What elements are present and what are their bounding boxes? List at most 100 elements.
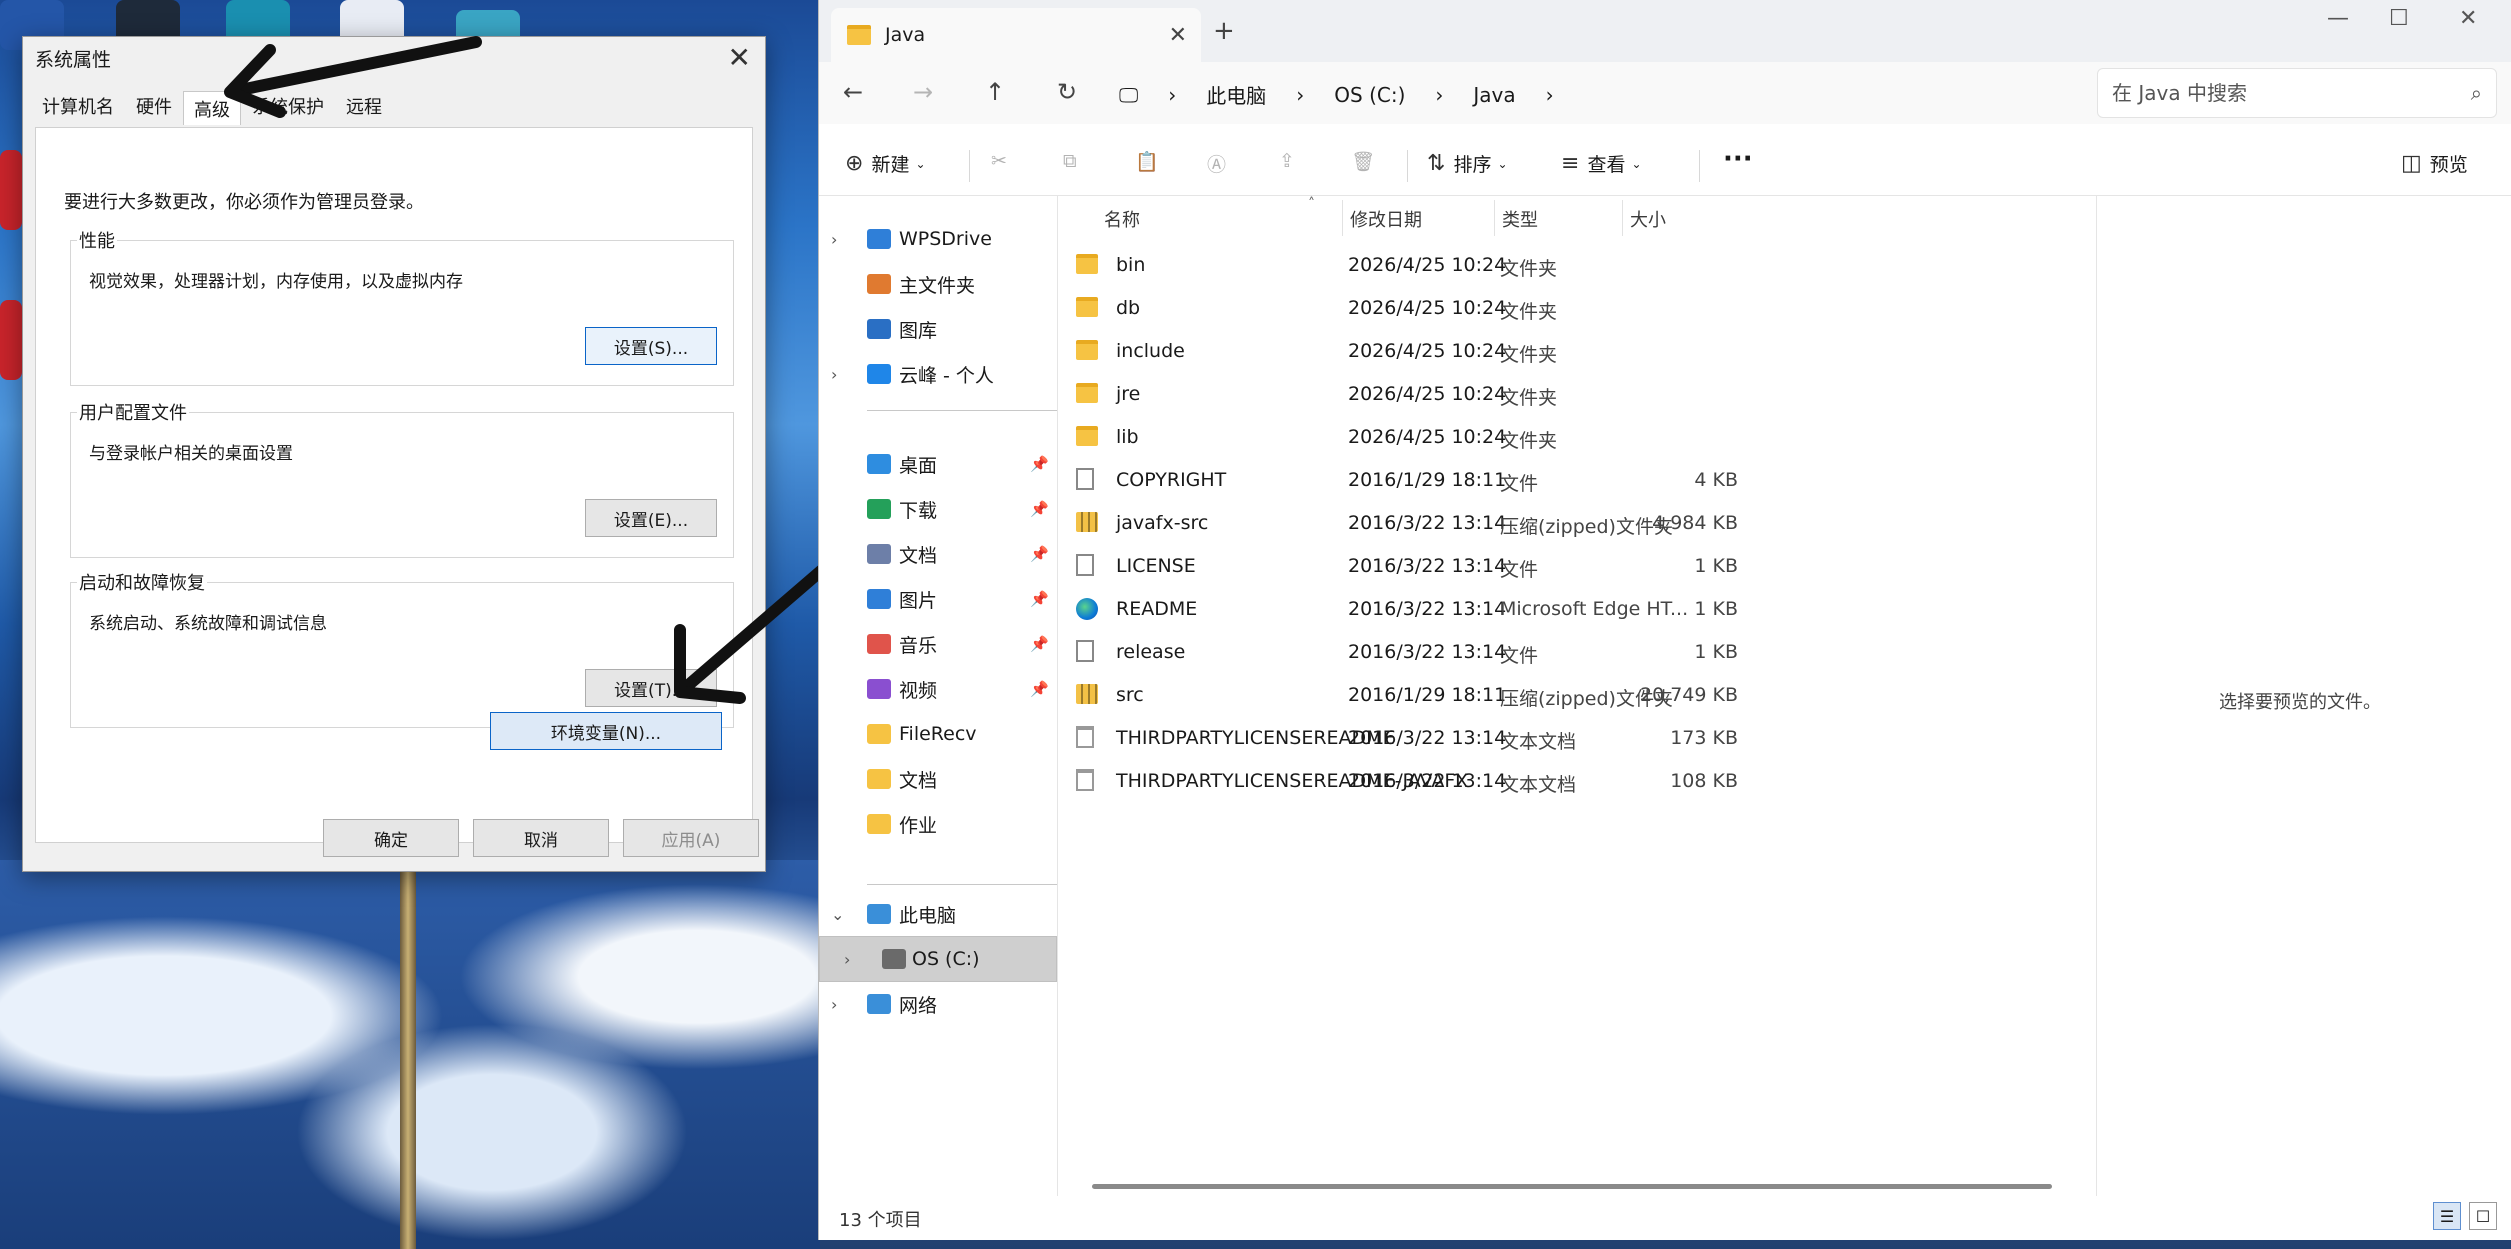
- startup-settings-button[interactable]: 设置(T)...: [585, 669, 717, 707]
- close-window-icon[interactable]: ✕: [2459, 6, 2477, 31]
- apply-button[interactable]: 应用(A): [623, 819, 759, 857]
- sidebar-item[interactable]: › OS (C:): [819, 936, 1057, 982]
- paste-icon[interactable]: 📋: [1135, 150, 1159, 173]
- tab-advanced[interactable]: 高级: [183, 91, 241, 125]
- search-box[interactable]: ⌕: [2097, 68, 2497, 118]
- sidebar-item[interactable]: › WPSDrive: [819, 216, 1057, 262]
- column-header-date[interactable]: 修改日期: [1350, 206, 1422, 232]
- environment-variables-button[interactable]: 环境变量(N)...: [490, 712, 722, 750]
- chevron-right-icon[interactable]: ›: [831, 230, 837, 249]
- breadcrumb-this-pc[interactable]: 此电脑: [1206, 80, 1266, 109]
- close-icon[interactable]: ✕: [728, 41, 751, 74]
- sidebar-item[interactable]: 图库: [819, 306, 1057, 352]
- delete-icon[interactable]: 🗑: [1351, 150, 1375, 173]
- new-tab-icon[interactable]: +: [1213, 16, 1235, 46]
- sidebar-item[interactable]: 桌面 📌: [819, 441, 1057, 487]
- column-header-size[interactable]: 大小: [1630, 206, 1666, 232]
- column-divider[interactable]: [1342, 200, 1343, 236]
- search-input[interactable]: [2112, 81, 2432, 105]
- more-options-button[interactable]: ···: [1699, 144, 1753, 174]
- file-row[interactable]: README 2016/3/22 13:14 Microsoft Edge HT..…: [1058, 588, 2098, 631]
- performance-settings-button[interactable]: 设置(S)...: [585, 327, 717, 365]
- sidebar-item[interactable]: 视频 📌: [819, 666, 1057, 712]
- pin-icon[interactable]: 📌: [1030, 680, 1049, 698]
- chevron-right-icon[interactable]: ›: [844, 950, 850, 969]
- file-date: 2016/3/22 13:14: [1348, 512, 1507, 534]
- chevron-right-icon[interactable]: ›: [831, 995, 837, 1014]
- sidebar-item[interactable]: 文档: [819, 756, 1057, 802]
- rename-icon[interactable]: Ⓐ: [1207, 150, 1226, 177]
- sort-label: 排序: [1453, 154, 1492, 176]
- sidebar-item[interactable]: 音乐 📌: [819, 621, 1057, 667]
- file-row[interactable]: THIRDPARTYLICENSEREADME 2016/3/22 13:14 文本…: [1058, 717, 2098, 760]
- close-tab-icon[interactable]: ✕: [1169, 23, 1187, 48]
- breadcrumb-drive[interactable]: OS (C:): [1334, 83, 1405, 107]
- file-row[interactable]: release 2016/3/22 13:14 文件 1 KB: [1058, 631, 2098, 674]
- sidebar-item[interactable]: 图片 📌: [819, 576, 1057, 622]
- horizontal-scrollbar[interactable]: [1092, 1184, 2052, 1189]
- sidebar-item[interactable]: FileRecv: [819, 711, 1057, 757]
- copy-icon[interactable]: ⧉: [1063, 150, 1077, 172]
- chevron-down-icon[interactable]: ⌄: [831, 905, 844, 924]
- tab-computer-name[interactable]: 计算机名: [31, 88, 125, 125]
- up-icon[interactable]: ↑: [985, 78, 1005, 106]
- file-row[interactable]: bin 2026/4/25 10:24 文件夹: [1058, 244, 2098, 287]
- file-list: 名称 ˄ 修改日期 类型 大小 bin 2026/4/25 10:24 文件夹 db 2…: [1057, 196, 2097, 1196]
- file-row[interactable]: COPYRIGHT 2016/1/29 18:11 文件 4 KB: [1058, 459, 2098, 502]
- profiles-desc: 与登录帐户相关的桌面设置: [89, 444, 293, 464]
- sidebar-item[interactable]: 文档 📌: [819, 531, 1057, 577]
- file-size: 1 KB: [1694, 641, 1738, 663]
- refresh-icon[interactable]: ↻: [1057, 78, 1077, 106]
- file-row[interactable]: db 2026/4/25 10:24 文件夹: [1058, 287, 2098, 330]
- column-divider[interactable]: [1622, 200, 1623, 236]
- file-row[interactable]: include 2026/4/25 10:24 文件夹: [1058, 330, 2098, 373]
- cancel-button[interactable]: 取消: [473, 819, 609, 857]
- cut-icon[interactable]: ✂: [991, 150, 1007, 172]
- details-view-icon[interactable]: ☰: [2433, 1202, 2461, 1230]
- wps-desktop-icon[interactable]: [0, 150, 22, 230]
- column-divider[interactable]: [1494, 200, 1495, 236]
- breadcrumb[interactable]: 🖵 › 此电脑 › OS (C:) › Java ›: [1119, 80, 1584, 109]
- maximize-icon[interactable]: ☐: [2389, 6, 2409, 31]
- pin-icon[interactable]: 📌: [1030, 635, 1049, 653]
- file-size: 20,749 KB: [1639, 684, 1738, 706]
- file-row[interactable]: lib 2026/4/25 10:24 文件夹: [1058, 416, 2098, 459]
- minimize-icon[interactable]: —: [2327, 6, 2349, 31]
- tab-system-protection[interactable]: 系统保护: [241, 88, 335, 125]
- sidebar-item[interactable]: › 网络: [819, 981, 1057, 1027]
- share-icon[interactable]: ⇪: [1279, 150, 1295, 172]
- column-header-type[interactable]: 类型: [1502, 206, 1538, 232]
- back-icon[interactable]: ←: [843, 78, 863, 106]
- view-button[interactable]: ≡ 查看 ⌄: [1561, 150, 1642, 177]
- file-row[interactable]: LICENSE 2016/3/22 13:14 文件 1 KB: [1058, 545, 2098, 588]
- pin-icon[interactable]: 📌: [1030, 500, 1049, 518]
- advanced-panel: 要进行大多数更改，你必须作为管理员登录。 性能 视觉效果，处理器计划，内存使用，…: [35, 127, 753, 843]
- sidebar-item[interactable]: ⌄ 此电脑: [819, 891, 1057, 937]
- tab-remote[interactable]: 远程: [335, 88, 393, 125]
- sort-button[interactable]: ⇅ 排序 ⌄: [1427, 150, 1508, 177]
- tab-hardware[interactable]: 硬件: [125, 88, 183, 125]
- profiles-settings-button[interactable]: 设置(E)...: [585, 499, 717, 537]
- sidebar-item[interactable]: 主文件夹: [819, 261, 1057, 307]
- pin-icon[interactable]: 📌: [1030, 545, 1049, 563]
- forward-icon[interactable]: →: [913, 78, 933, 106]
- tiles-view-icon[interactable]: ☐: [2469, 1202, 2497, 1230]
- pin-icon[interactable]: 📌: [1030, 590, 1049, 608]
- chevron-right-icon[interactable]: ›: [831, 365, 837, 384]
- sidebar-item[interactable]: › 云峰 - 个人: [819, 351, 1057, 397]
- preview-pane-button[interactable]: ◫ 预览: [2401, 150, 2468, 177]
- tab-java[interactable]: Java ✕: [831, 8, 1201, 62]
- sidebar-item[interactable]: 下载 📌: [819, 486, 1057, 532]
- wps-desktop-icon-2[interactable]: [0, 300, 22, 380]
- ok-button[interactable]: 确定: [323, 819, 459, 857]
- new-button[interactable]: ⊕ 新建 ⌄: [845, 150, 926, 177]
- file-row[interactable]: javafx-src 2016/3/22 13:14 压缩(zipped)文件夹 4,…: [1058, 502, 2098, 545]
- breadcrumb-java[interactable]: Java: [1473, 83, 1515, 107]
- file-row[interactable]: src 2016/1/29 18:11 压缩(zipped)文件夹 20,749 KB: [1058, 674, 2098, 717]
- pin-icon[interactable]: 📌: [1030, 455, 1049, 473]
- sidebar-item[interactable]: 作业: [819, 801, 1057, 847]
- column-header-name[interactable]: 名称: [1104, 206, 1140, 232]
- file-row[interactable]: THIRDPARTYLICENSEREADME-JAVAFX 2016/3/22 …: [1058, 760, 2098, 803]
- file-row[interactable]: jre 2026/4/25 10:24 文件夹: [1058, 373, 2098, 416]
- sidebar-divider: [867, 410, 1057, 411]
